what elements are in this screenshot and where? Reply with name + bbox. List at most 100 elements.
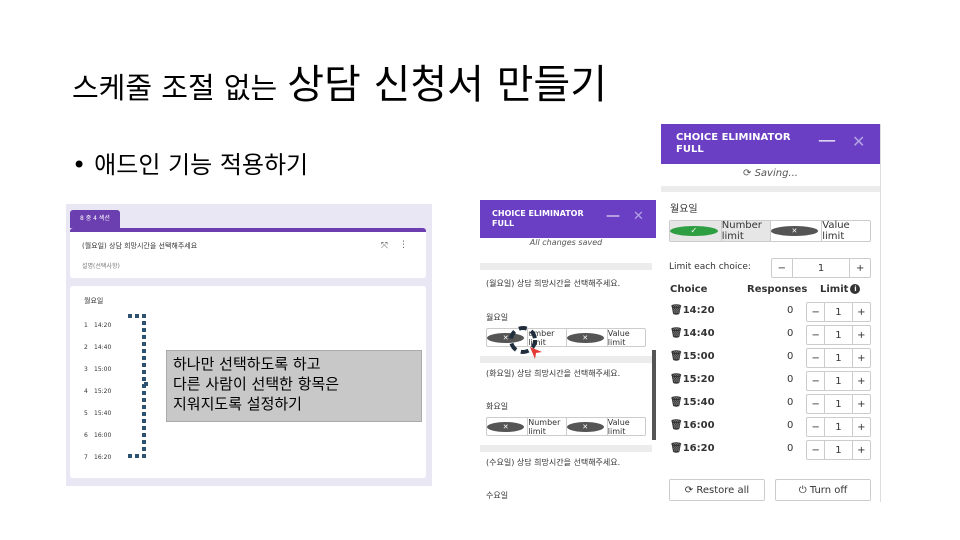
choice-row: 🗑14:20 0 −1 + <box>661 302 880 324</box>
day-label: 수요일 <box>486 491 509 500</box>
close-button[interactable]: ✕ <box>633 209 644 224</box>
row-limit-stepper[interactable]: −1 + <box>806 302 871 322</box>
choice-row: 🗑16:00 0 −1 + <box>661 417 880 439</box>
limit-mode-toggle[interactable]: ✕ Number limit ✕ Value limit <box>486 417 646 436</box>
increment-button[interactable]: + <box>853 372 870 390</box>
choice-label: 🗑15:40 <box>670 397 715 408</box>
close-circle-icon: ✕ <box>770 226 819 236</box>
day-label: 월요일 <box>670 204 698 215</box>
limit-each-label: Limit each choice: <box>669 262 751 272</box>
trash-icon[interactable]: 🗑 <box>670 328 683 339</box>
trash-icon[interactable]: 🗑 <box>670 374 683 385</box>
choice-row: 🗑15:20 0 −1 + <box>661 371 880 393</box>
number-limit-button[interactable]: ✓ Number limit <box>670 220 770 242</box>
row-limit-value[interactable]: 1 <box>824 441 853 459</box>
section-tab[interactable]: 8 중 4 섹션 <box>70 210 120 228</box>
divider <box>480 263 652 270</box>
row-limit-stepper[interactable]: −1 + <box>806 371 871 391</box>
minimize-button[interactable]: — <box>606 208 620 224</box>
panel-title: CHOICE ELIMINATOR FULL <box>676 132 791 155</box>
row-limit-value[interactable]: 1 <box>824 303 853 321</box>
divider <box>480 445 652 452</box>
row-limit-stepper[interactable]: −1 + <box>806 417 871 437</box>
check-circle-icon: ✓ <box>670 226 718 236</box>
increment-button[interactable]: + <box>853 418 870 436</box>
option-item[interactable]: 2 14:40 <box>84 344 111 351</box>
more-vert-icon[interactable]: ⋮ <box>399 240 408 250</box>
close-circle-icon: ✕ <box>487 421 525 432</box>
restore-all-button[interactable]: ⟳ Restore all <box>669 479 765 501</box>
decrement-button[interactable]: − <box>807 326 824 344</box>
slide-title: 스케줄 조절 없는 상담 신청서 만들기 <box>72 52 607 110</box>
trash-icon[interactable]: 🗑 <box>670 420 683 431</box>
info-icon[interactable]: i <box>850 284 861 294</box>
row-limit-value[interactable]: 1 <box>824 326 853 344</box>
close-circle-icon: ✕ <box>566 421 604 432</box>
option-item[interactable]: 5 15:40 <box>84 410 111 417</box>
decrement-button[interactable]: − <box>772 259 792 277</box>
choice-label: 🗑14:40 <box>670 328 715 339</box>
row-limit-value[interactable]: 1 <box>824 395 853 413</box>
row-limit-value[interactable]: 1 <box>824 372 853 390</box>
slide-title-part1: 스케줄 조절 없는 <box>72 71 278 105</box>
increment-button[interactable]: + <box>853 326 870 344</box>
collapse-icon[interactable]: ⤧ <box>381 241 388 251</box>
panel-title: CHOICE ELIMINATOR FULL <box>492 209 584 228</box>
row-limit-value[interactable]: 1 <box>824 349 853 367</box>
increment-button[interactable]: + <box>853 349 870 367</box>
choice-label: 🗑16:20 <box>670 443 715 454</box>
row-limit-stepper[interactable]: −1 + <box>806 348 871 368</box>
trash-icon[interactable]: 🗑 <box>670 351 683 362</box>
row-limit-stepper[interactable]: −1 + <box>806 394 871 414</box>
limit-each-stepper[interactable]: − 1 + <box>771 258 871 278</box>
option-item[interactable]: 3 15:00 <box>84 366 111 373</box>
choice-row: 🗑15:40 0 −1 + <box>661 394 880 416</box>
decrement-button[interactable]: − <box>807 303 824 321</box>
panel-header: CHOICE ELIMINATOR FULL — ✕ <box>661 124 880 164</box>
option-item[interactable]: 1 14:20 <box>84 322 111 329</box>
refresh-icon: ⟳ <box>743 168 752 179</box>
increment-button[interactable]: + <box>853 395 870 413</box>
close-button[interactable]: ✕ <box>852 132 865 151</box>
decrement-button[interactable]: − <box>807 372 824 390</box>
option-item[interactable]: 7 16:20 <box>84 454 111 461</box>
decrement-button[interactable]: − <box>807 418 824 436</box>
increment-button[interactable]: + <box>853 303 870 321</box>
question-title[interactable]: (월요일) 상담 희망시간을 선택해주세요 <box>82 241 197 251</box>
limit-each-value[interactable]: 1 <box>791 259 851 277</box>
responses-count: 0 <box>787 328 794 339</box>
choice-eliminator-panel: CHOICE ELIMINATOR FULL — ✕ ⟳ Saving... 월요… <box>661 124 881 502</box>
option-item[interactable]: 6 16:00 <box>84 432 111 439</box>
number-limit-button[interactable]: ✕ Number limit <box>487 417 566 436</box>
decrement-button[interactable]: − <box>807 349 824 367</box>
value-limit-button[interactable]: ✕ Value limit <box>565 328 646 347</box>
choice-label: 🗑14:20 <box>670 305 715 316</box>
minimize-button[interactable]: — <box>818 130 836 151</box>
trash-icon[interactable]: 🗑 <box>670 305 683 316</box>
panel-header: CHOICE ELIMINATOR FULL — ✕ <box>480 200 656 238</box>
turn-off-button[interactable]: ⏻ Turn off <box>775 479 871 501</box>
question-label: (화요일) 상담 희망시간을 선택해주세요. <box>486 369 621 378</box>
day-label: 화요일 <box>486 402 509 411</box>
row-limit-stepper[interactable]: −1 + <box>806 440 871 460</box>
row-limit-value[interactable]: 1 <box>824 418 853 436</box>
value-limit-button[interactable]: ✕ Value limit <box>769 220 871 242</box>
callout-line: 다른 사람이 선택한 항목은 <box>173 375 340 393</box>
save-status: All changes saved <box>529 238 603 247</box>
trash-icon[interactable]: 🗑 <box>670 397 683 408</box>
trash-icon[interactable]: 🗑 <box>670 443 683 454</box>
option-item[interactable]: 4 15:20 <box>84 388 111 395</box>
scrollbar[interactable] <box>652 350 656 440</box>
decrement-button[interactable]: − <box>807 441 824 459</box>
decrement-button[interactable]: − <box>807 395 824 413</box>
choice-row: 🗑14:40 0 −1 + <box>661 325 880 347</box>
refresh-icon: ⟳ <box>684 484 694 496</box>
row-limit-stepper[interactable]: −1 + <box>806 325 871 345</box>
question-description[interactable]: 설명(선택사항) <box>82 261 120 270</box>
limit-mode-toggle[interactable]: ✓ Number limit ✕ Value limit <box>669 220 871 242</box>
increment-button[interactable]: + <box>853 441 870 459</box>
choice-label: 🗑16:00 <box>670 420 715 431</box>
question-header-card[interactable]: (월요일) 상담 희망시간을 선택해주세요 설명(선택사항) ⤧ ⋮ <box>70 228 426 278</box>
value-limit-button[interactable]: ✕ Value limit <box>565 417 646 436</box>
increment-button[interactable]: + <box>850 259 870 277</box>
